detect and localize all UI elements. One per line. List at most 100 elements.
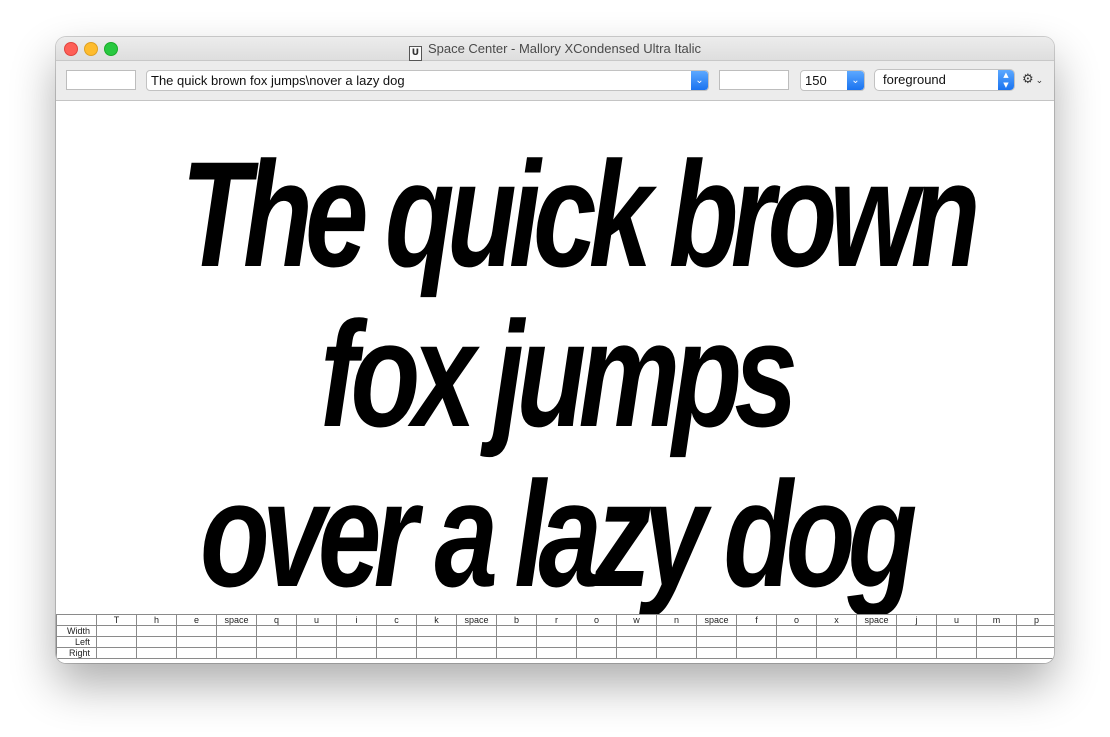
metric-value-cell[interactable] [216, 647, 257, 659]
metric-value-cell[interactable] [416, 647, 457, 659]
metric-value-cell[interactable] [136, 625, 177, 637]
glyph-column-header[interactable]: x [816, 614, 857, 626]
metric-value-cell[interactable] [696, 625, 737, 637]
metric-value-cell[interactable] [376, 636, 417, 648]
metric-value-cell[interactable] [416, 636, 457, 648]
metric-value-cell[interactable] [696, 636, 737, 648]
metric-value-cell[interactable] [456, 625, 497, 637]
metric-value-cell[interactable] [616, 625, 657, 637]
glyph-column-header[interactable]: space [856, 614, 897, 626]
metric-value-cell[interactable] [616, 636, 657, 648]
metric-value-cell[interactable] [776, 636, 817, 648]
metric-value-cell[interactable] [256, 625, 297, 637]
metric-value-cell[interactable] [1016, 647, 1054, 659]
metric-value-cell[interactable] [936, 636, 977, 648]
gear-icon[interactable]: ⚙ ⌄ [1022, 72, 1043, 89]
metric-value-cell[interactable] [896, 636, 937, 648]
metric-value-cell[interactable] [936, 625, 977, 637]
metric-value-cell[interactable] [536, 636, 577, 648]
glyph-column-header[interactable]: b [496, 614, 537, 626]
glyph-column-header[interactable]: u [936, 614, 977, 626]
metric-value-cell[interactable] [856, 647, 897, 659]
metric-value-cell[interactable] [496, 625, 537, 637]
metric-value-cell[interactable] [536, 625, 577, 637]
metric-value-cell[interactable] [576, 625, 617, 637]
metric-value-cell[interactable] [816, 636, 857, 648]
metric-value-cell[interactable] [216, 625, 257, 637]
metric-value-cell[interactable] [776, 625, 817, 637]
metric-value-cell[interactable] [936, 647, 977, 659]
glyph-column-header[interactable]: space [456, 614, 497, 626]
metric-value-cell[interactable] [456, 647, 497, 659]
metric-value-cell[interactable] [296, 636, 337, 648]
metric-value-cell[interactable] [1016, 625, 1054, 637]
metric-value-cell[interactable] [376, 625, 417, 637]
metric-value-cell[interactable] [176, 625, 217, 637]
glyph-column-header[interactable]: w [616, 614, 657, 626]
glyph-preview-canvas[interactable]: The quick brown fox jumps over a lazy do… [56, 101, 1054, 614]
metric-value-cell[interactable] [296, 647, 337, 659]
glyph-column-header[interactable]: m [976, 614, 1017, 626]
metric-value-cell[interactable] [656, 636, 697, 648]
metric-value-cell[interactable] [496, 636, 537, 648]
metric-value-cell[interactable] [296, 625, 337, 637]
metric-value-cell[interactable] [176, 647, 217, 659]
metric-value-cell[interactable] [696, 647, 737, 659]
metric-value-cell[interactable] [1016, 636, 1054, 648]
glyph-column-header[interactable]: k [416, 614, 457, 626]
chevron-down-icon[interactable]: ⌄ [691, 71, 708, 90]
metric-value-cell[interactable] [656, 625, 697, 637]
metric-value-cell[interactable] [136, 636, 177, 648]
metric-value-cell[interactable] [856, 636, 897, 648]
glyph-column-header[interactable]: o [776, 614, 817, 626]
metric-value-cell[interactable] [336, 636, 377, 648]
metric-value-cell[interactable] [616, 647, 657, 659]
metric-value-cell[interactable] [976, 636, 1017, 648]
glyph-column-header[interactable]: o [576, 614, 617, 626]
updown-chevron-icon[interactable]: ▲ ▼ [998, 70, 1014, 90]
glyph-column-header[interactable]: f [736, 614, 777, 626]
metric-value-cell[interactable] [736, 636, 777, 648]
metric-value-cell[interactable] [176, 636, 217, 648]
glyph-column-header[interactable]: space [216, 614, 257, 626]
point-size-combo[interactable]: 150 ⌄ [800, 70, 865, 91]
metric-value-cell[interactable] [456, 636, 497, 648]
glyph-column-header[interactable]: i [336, 614, 377, 626]
metric-value-cell[interactable] [816, 625, 857, 637]
metric-value-cell[interactable] [856, 625, 897, 637]
metric-value-cell[interactable] [896, 625, 937, 637]
glyph-column-header[interactable]: j [896, 614, 937, 626]
metric-value-cell[interactable] [256, 636, 297, 648]
metric-value-cell[interactable] [736, 647, 777, 659]
metric-value-cell[interactable] [496, 647, 537, 659]
layer-popup[interactable]: foreground ▲ ▼ [874, 69, 1015, 91]
metric-value-cell[interactable] [536, 647, 577, 659]
glyph-column-header[interactable]: c [376, 614, 417, 626]
glyph-column-header[interactable]: e [176, 614, 217, 626]
metric-value-cell[interactable] [136, 647, 177, 659]
metric-value-cell[interactable] [576, 636, 617, 648]
metric-value-cell[interactable] [896, 647, 937, 659]
metric-value-cell[interactable] [656, 647, 697, 659]
metric-value-cell[interactable] [216, 636, 257, 648]
metric-value-cell[interactable] [576, 647, 617, 659]
metric-value-cell[interactable] [376, 647, 417, 659]
metric-value-cell[interactable] [336, 647, 377, 659]
metric-value-cell[interactable] [96, 625, 137, 637]
metric-value-cell[interactable] [976, 647, 1017, 659]
metric-value-cell[interactable] [776, 647, 817, 659]
glyph-column-header[interactable]: r [536, 614, 577, 626]
glyph-column-header[interactable]: p [1016, 614, 1054, 626]
chevron-down-icon[interactable]: ⌄ [847, 71, 864, 90]
glyph-suffix-field[interactable] [719, 70, 789, 90]
metric-value-cell[interactable] [256, 647, 297, 659]
metric-value-cell[interactable] [736, 625, 777, 637]
glyph-column-header[interactable]: h [136, 614, 177, 626]
glyph-column-header[interactable]: n [656, 614, 697, 626]
metric-value-cell[interactable] [96, 647, 137, 659]
glyph-column-header[interactable]: T [96, 614, 137, 626]
metric-value-cell[interactable] [416, 625, 457, 637]
metric-value-cell[interactable] [96, 636, 137, 648]
sample-text-combo[interactable]: The quick brown fox jumps\nover a lazy d… [146, 70, 709, 91]
metric-value-cell[interactable] [976, 625, 1017, 637]
